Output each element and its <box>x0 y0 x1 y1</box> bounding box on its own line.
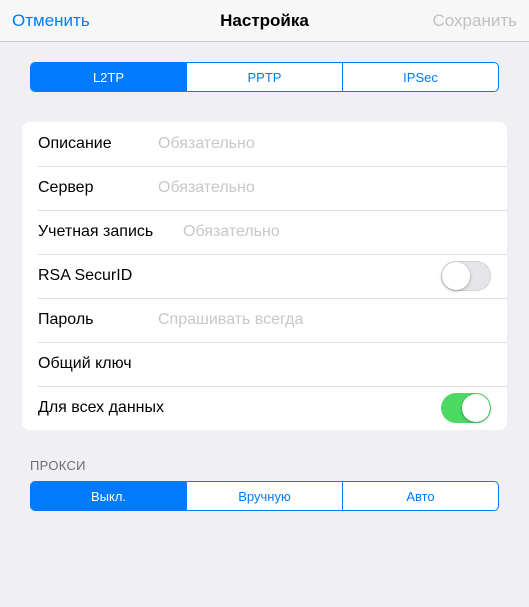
switch-track <box>441 393 491 423</box>
label-rsa: RSA SecurID <box>38 267 158 285</box>
row-rsa-securid: RSA SecurID <box>22 254 507 298</box>
row-all-traffic: Для всех данных <box>22 386 507 430</box>
tab-l2tp[interactable]: L2TP <box>31 63 187 91</box>
tab-proxy-manual[interactable]: Вручную <box>187 482 343 510</box>
tab-proxy-auto[interactable]: Авто <box>343 482 498 510</box>
modal-header: Отменить Настройка Сохранить <box>0 0 529 42</box>
switch-all-traffic[interactable] <box>441 393 491 423</box>
proxy-segmented: Выкл. Вручную Авто <box>30 481 499 511</box>
label-server: Сервер <box>38 179 158 197</box>
row-shared-key: Общий ключ <box>22 342 507 386</box>
label-all-traffic: Для всех данных <box>38 399 164 417</box>
page-title: Настройка <box>220 11 309 31</box>
switch-rsa-securid[interactable] <box>441 261 491 291</box>
tab-pptp[interactable]: PPTP <box>187 63 343 91</box>
label-account: Учетная запись <box>38 223 183 241</box>
row-description: Описание <box>22 122 507 166</box>
label-shared-key: Общий ключ <box>38 355 158 373</box>
row-password: Пароль <box>22 298 507 342</box>
input-account[interactable] <box>183 223 491 241</box>
proxy-section-header: ПРОКСИ <box>30 458 499 473</box>
input-password[interactable] <box>158 311 491 329</box>
row-server: Сервер <box>22 166 507 210</box>
switch-knob <box>442 262 470 290</box>
label-description: Описание <box>38 135 158 153</box>
save-button[interactable]: Сохранить <box>433 0 517 42</box>
vpn-type-segmented: L2TP PPTP IPSec <box>30 62 499 92</box>
tab-ipsec[interactable]: IPSec <box>343 63 498 91</box>
input-server[interactable] <box>158 179 491 197</box>
tab-proxy-off[interactable]: Выкл. <box>31 482 187 510</box>
cancel-button[interactable]: Отменить <box>12 0 90 42</box>
input-shared-key[interactable] <box>158 355 491 373</box>
vpn-settings-group: Описание Сервер Учетная запись RSA Secur… <box>22 122 507 430</box>
label-password: Пароль <box>38 311 158 329</box>
switch-track <box>441 261 491 291</box>
input-description[interactable] <box>158 135 491 153</box>
row-account: Учетная запись <box>22 210 507 254</box>
switch-knob <box>462 394 490 422</box>
